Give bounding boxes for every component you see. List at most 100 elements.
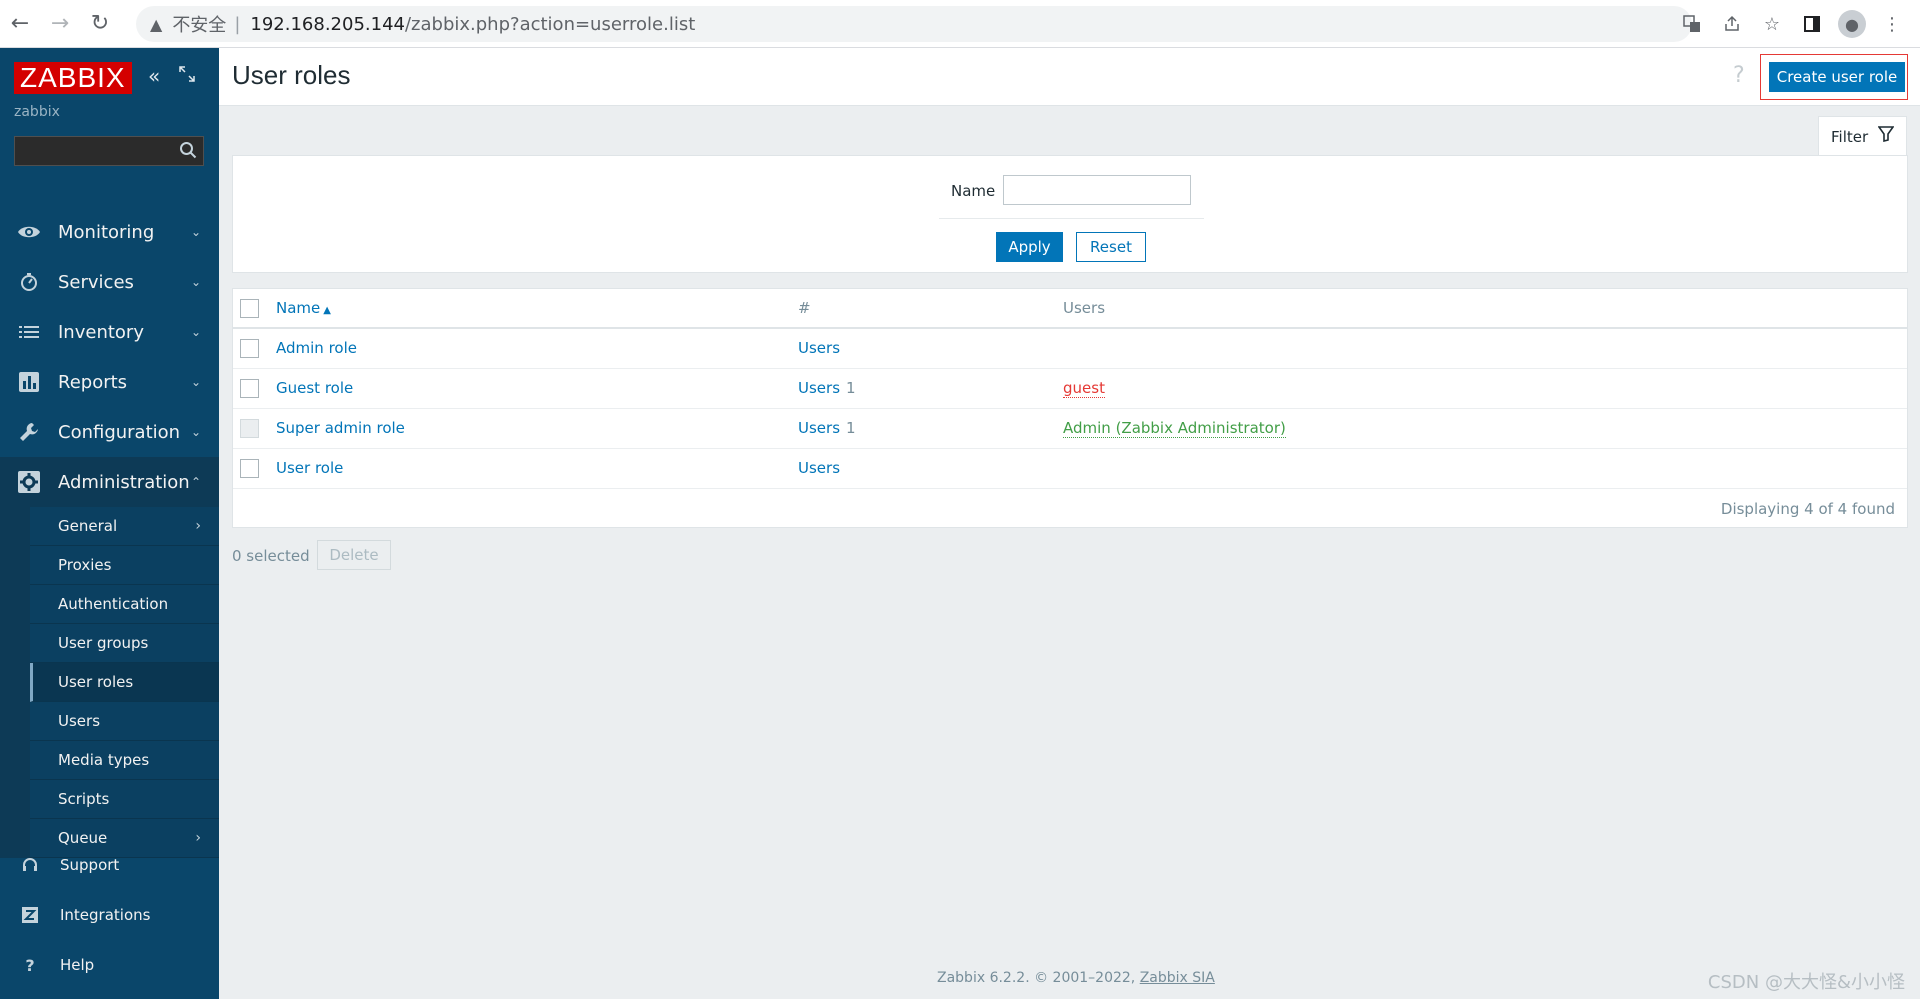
sidebar: ZABBIX « zabbix Monitoring ⌄ Services ⌄ … <box>0 48 219 999</box>
user-link[interactable]: guest <box>1063 379 1105 398</box>
menu-item-help[interactable]: ? Help <box>0 940 219 990</box>
translate-icon[interactable] <box>1674 6 1710 42</box>
filter-funnel-icon <box>1877 126 1895 147</box>
chevron-down-icon: ⌄ <box>190 225 201 239</box>
row-checkbox[interactable] <box>240 378 259 398</box>
column-users: Users <box>1063 289 1907 329</box>
reload-icon[interactable]: ↻ <box>80 4 120 44</box>
help-question-icon[interactable]: ? <box>1733 63 1745 88</box>
chevron-right-icon: › <box>195 518 201 534</box>
server-name: zabbix <box>14 104 60 120</box>
chevron-down-icon: ⌄ <box>190 325 201 339</box>
menu-item-support[interactable]: Support <box>0 840 219 890</box>
submenu-item-scripts[interactable]: Scripts <box>30 780 219 819</box>
menu-item-integrations[interactable]: Integrations <box>0 890 219 940</box>
users-link[interactable]: Users <box>798 339 840 357</box>
role-name-link[interactable]: Admin role <box>276 339 357 357</box>
users-link[interactable]: Users <box>798 419 840 437</box>
chevron-down-icon: ⌄ <box>190 275 201 289</box>
submenu-label: Scripts <box>58 790 110 808</box>
table-row: User role Users <box>233 448 1907 489</box>
table-footer-row: Displaying 4 of 4 found <box>233 488 1907 530</box>
column-name[interactable]: Name ▲ <box>276 289 798 329</box>
browser-toolbar: ← → ↻ ▲ 不安全 | 192.168.205.144 /zabbix.ph… <box>0 0 1920 48</box>
submenu-item-general[interactable]: General › <box>30 507 219 546</box>
user-link[interactable]: Admin (Zabbix Administrator) <box>1063 419 1286 438</box>
menu-label: Administration <box>58 471 190 493</box>
table-row: Admin role Users <box>233 328 1907 369</box>
sidebar-bottom-menu: Support Integrations ? Help <box>0 840 219 990</box>
clock-icon <box>0 272 58 292</box>
selected-count: 0 selected <box>232 547 310 565</box>
row-checkbox[interactable] <box>240 458 259 478</box>
zabbix-logo[interactable]: ZABBIX <box>14 62 132 94</box>
collapse-sidebar-icon[interactable]: « <box>148 64 160 88</box>
question-icon: ? <box>25 955 35 975</box>
reset-button[interactable]: Reset <box>1076 232 1146 262</box>
url-separator: | <box>234 13 241 35</box>
submenu-label: User roles <box>58 673 134 691</box>
role-name-link[interactable]: User role <box>276 459 343 477</box>
submenu-label: General <box>58 517 118 535</box>
footer-text: Zabbix 6.2.2. © 2001–2022, <box>937 970 1136 986</box>
display-count: Displaying 4 of 4 found <box>1720 500 1895 519</box>
page-footer: Zabbix 6.2.2. © 2001–2022, Zabbix SIA <box>937 970 1215 986</box>
sidebar-search-input[interactable] <box>14 136 204 166</box>
chevron-down-icon: ⌄ <box>190 425 201 439</box>
submenu-label: Media types <box>58 751 150 769</box>
menu-label: Monitoring <box>58 221 155 243</box>
menu-label: Inventory <box>58 321 144 343</box>
filter-name-input[interactable] <box>1003 175 1191 205</box>
kebab-menu-icon[interactable]: ⋮ <box>1874 6 1910 42</box>
role-name-link[interactable]: Guest role <box>276 379 353 397</box>
menu-item-reports[interactable]: Reports ⌄ <box>0 357 219 407</box>
menu-item-inventory[interactable]: Inventory ⌄ <box>0 307 219 357</box>
menu-item-services[interactable]: Services ⌄ <box>0 257 219 307</box>
menu-label: Configuration <box>58 421 181 443</box>
side-panel-icon[interactable] <box>1794 6 1830 42</box>
address-bar[interactable]: ▲ 不安全 | 192.168.205.144 /zabbix.php?acti… <box>136 6 1692 42</box>
z-icon <box>0 907 60 923</box>
submenu-item-user-roles[interactable]: User roles <box>30 663 219 702</box>
share-icon[interactable] <box>1714 6 1750 42</box>
menu-label: Help <box>60 956 95 974</box>
url-host: 192.168.205.144 <box>250 13 405 35</box>
create-button-highlight: Create user role <box>1760 54 1908 100</box>
apply-button[interactable]: Apply <box>996 232 1063 262</box>
search-icon[interactable] <box>179 141 197 159</box>
table-row: Super admin role Users 1 Admin (Zabbix Ad… <box>233 408 1907 449</box>
submenu-item-authentication[interactable]: Authentication <box>30 585 219 624</box>
headset-icon <box>0 857 60 873</box>
list-icon <box>0 324 58 340</box>
users-link[interactable]: Users <box>798 379 840 397</box>
users-link[interactable]: Users <box>798 459 840 477</box>
submenu-item-proxies[interactable]: Proxies <box>30 546 219 585</box>
menu-item-administration[interactable]: Administration ⌃ <box>0 457 219 507</box>
insecure-label: 不安全 <box>172 15 227 36</box>
menu-item-configuration[interactable]: Configuration ⌄ <box>0 407 219 457</box>
forward-arrow-icon[interactable]: → <box>40 4 80 44</box>
submenu-item-media-types[interactable]: Media types <box>30 741 219 780</box>
submenu-label: Users <box>58 712 101 730</box>
menu-item-monitoring[interactable]: Monitoring ⌄ <box>0 207 219 257</box>
filter-tab[interactable]: Filter <box>1818 116 1907 156</box>
back-arrow-icon[interactable]: ← <box>0 4 40 44</box>
create-user-role-button[interactable]: Create user role <box>1769 62 1905 92</box>
url-path: /zabbix.php?action=userrole.list <box>404 13 696 35</box>
role-name-link[interactable]: Super admin role <box>276 419 405 437</box>
row-checkbox[interactable] <box>240 338 259 358</box>
submenu-item-user-groups[interactable]: User groups <box>30 624 219 663</box>
menu-label: Reports <box>58 371 128 393</box>
users-count: 1 <box>846 379 856 397</box>
select-all-checkbox[interactable] <box>240 298 259 318</box>
eye-icon <box>0 224 58 240</box>
bookmark-star-icon[interactable]: ☆ <box>1754 6 1790 42</box>
kiosk-mode-icon[interactable] <box>178 64 196 88</box>
submenu-item-users[interactable]: Users <box>30 702 219 741</box>
profile-icon[interactable]: ● <box>1834 6 1870 42</box>
footer-link[interactable]: Zabbix SIA <box>1140 970 1215 986</box>
column-name-label[interactable]: Name <box>276 299 320 317</box>
user-roles-table: Name ▲ # Users Admin role Users Guest rol… <box>232 288 1908 528</box>
table-header-row: Name ▲ # Users <box>233 289 1907 329</box>
table-row: Guest role Users 1 guest <box>233 368 1907 409</box>
